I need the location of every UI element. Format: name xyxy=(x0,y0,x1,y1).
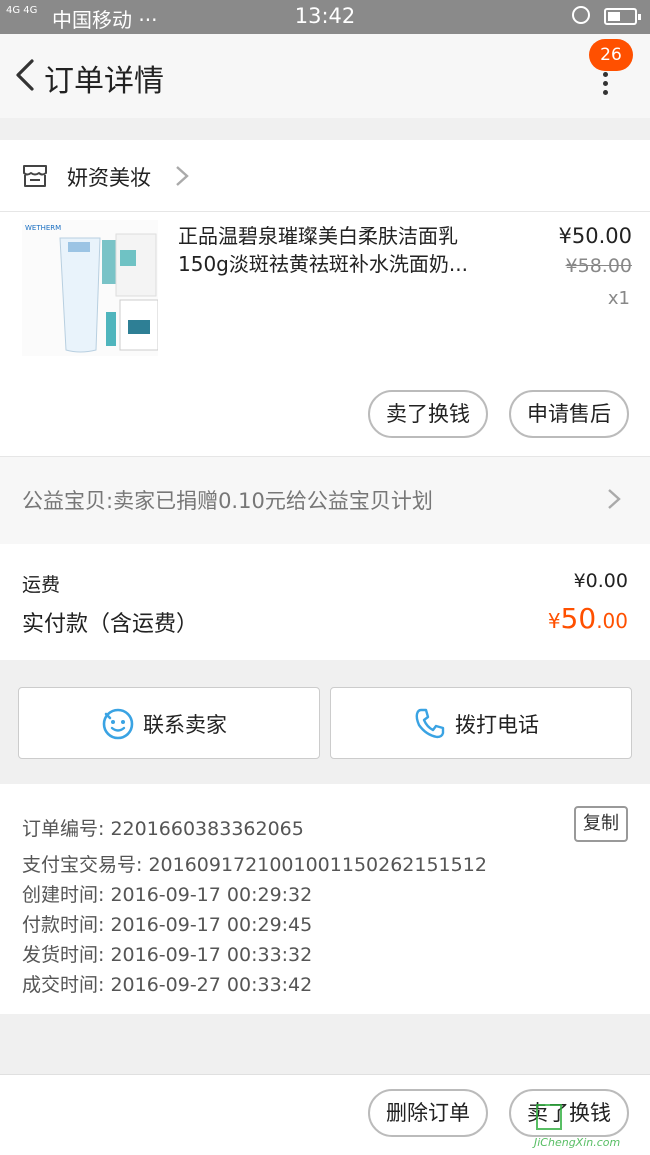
alarm-icon xyxy=(572,6,590,24)
call-button[interactable]: 拨打电话 xyxy=(330,687,632,759)
product-picture: WETHERM xyxy=(22,220,158,356)
completed-time: 成交时间: 2016-09-27 00:33:42 xyxy=(22,974,313,996)
chevron-right-icon xyxy=(176,166,189,186)
message-count-badge: 26 xyxy=(589,39,633,71)
sell-button[interactable]: 卖了换钱 xyxy=(368,390,488,438)
charity-text: 公益宝贝:卖家已捐赠0.10元给公益宝贝计划 xyxy=(22,489,433,513)
alipay-trade-number: 支付宝交易号: 2016091721001001150262151512 xyxy=(22,854,487,876)
watermark: JiChengXin.com xyxy=(532,1100,648,1155)
product-price: ¥50.00 xyxy=(558,224,632,248)
order-totals: 运费 ¥0.00 实付款（含运费） ¥50.00 xyxy=(0,544,650,660)
paid-integer: 50 xyxy=(560,602,597,635)
charity-row[interactable]: 公益宝贝:卖家已捐赠0.10元给公益宝贝计划 xyxy=(0,456,650,544)
product-brand: WETHERM xyxy=(25,224,61,232)
order-number: 订单编号: 2201660383362065 xyxy=(22,818,304,840)
paid-label: 实付款（含运费） xyxy=(22,612,199,637)
watermark-text: JiChengXin.com xyxy=(534,1136,621,1149)
shipping-label: 运费 xyxy=(22,574,61,596)
status-bar: 4G 4G 中国移动 ··· 13:42 xyxy=(0,0,650,34)
contact-actions: 联系卖家 拨打电话 xyxy=(0,674,650,770)
chat-icon xyxy=(102,708,134,740)
paid-decimal: .00 xyxy=(596,609,628,633)
chevron-right-icon xyxy=(608,489,621,509)
paid-time: 付款时间: 2016-09-17 00:29:45 xyxy=(22,914,313,936)
shop-name: 妍资美妆 xyxy=(67,166,151,190)
after-sales-button[interactable]: 申请售后 xyxy=(509,390,629,438)
status-time: 13:42 xyxy=(294,4,356,28)
shipped-time: 发货时间: 2016-09-17 00:33:32 xyxy=(22,944,313,966)
delete-order-button[interactable]: 删除订单 xyxy=(368,1089,488,1137)
order-item: WETHERM 正品温碧泉璀璨美白柔肤洁面乳150g淡斑祛黄祛斑补水洗面奶...… xyxy=(0,212,650,456)
original-price: ¥58.00 xyxy=(565,255,632,277)
more-icon xyxy=(603,72,609,99)
product-title[interactable]: 正品温碧泉璀璨美白柔肤洁面乳150g淡斑祛黄祛斑补水洗面奶... xyxy=(178,222,508,278)
contact-seller-label: 联系卖家 xyxy=(143,713,227,737)
paid-currency: ¥ xyxy=(547,609,561,633)
paid-amount: ¥50.00 xyxy=(548,602,628,635)
product-image[interactable]: WETHERM xyxy=(22,220,158,356)
shop-header[interactable]: 妍资美妆 xyxy=(0,140,650,212)
call-label: 拨打电话 xyxy=(455,713,539,737)
battery-icon xyxy=(604,8,641,25)
product-quantity: x1 xyxy=(607,288,630,309)
created-time: 创建时间: 2016-09-17 00:29:32 xyxy=(22,884,313,906)
shipping-value: ¥0.00 xyxy=(573,570,628,592)
back-icon[interactable] xyxy=(12,58,42,92)
order-info: 订单编号: 2201660383362065 复制 支付宝交易号: 201609… xyxy=(0,784,650,1014)
navigation-bar: 订单详情 26 xyxy=(0,34,650,118)
phone-icon xyxy=(415,708,445,739)
watermark-logo xyxy=(536,1104,562,1130)
copy-button[interactable]: 复制 xyxy=(574,806,628,842)
contact-seller-button[interactable]: 联系卖家 xyxy=(18,687,320,759)
page-title: 订单详情 xyxy=(44,64,164,99)
store-icon xyxy=(23,165,47,187)
